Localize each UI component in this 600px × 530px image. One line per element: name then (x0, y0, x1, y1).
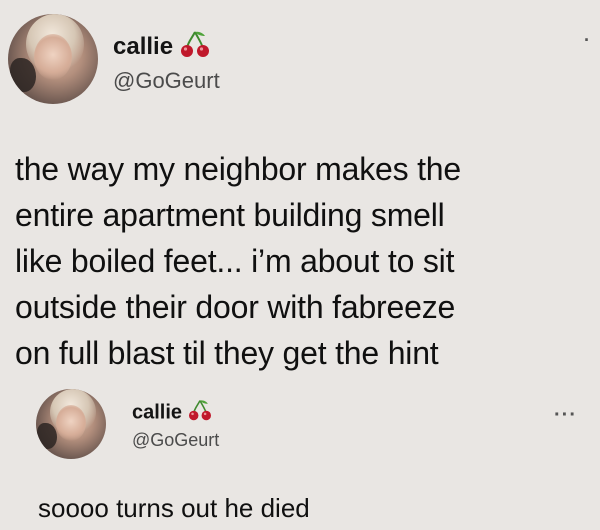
tweet-text-line: on full blast til they get the hint (15, 335, 439, 371)
avatar[interactable] (36, 389, 106, 459)
display-name-text: callie (113, 32, 174, 60)
tweet-text-line: the way my neighbor makes the (15, 151, 461, 187)
handle[interactable]: @GoGeurt (132, 430, 219, 451)
tweet-text-line: like boiled feet... i’m about to sit (15, 243, 455, 279)
handle[interactable]: @GoGeurt (113, 68, 220, 94)
tweet-text: the way my neighbor makes the entire apa… (15, 146, 461, 376)
display-name-text: callie (132, 401, 183, 424)
tweet-text: soooo turns out he died (38, 493, 310, 523)
tweet-original: callie @GoGeurt · the way my neighbor ma… (0, 0, 600, 380)
display-name[interactable]: callie (113, 30, 210, 65)
cherries-icon (180, 30, 210, 65)
cherries-icon (188, 399, 212, 427)
tweet-text-line: outside their door with fabreeze (15, 289, 456, 325)
display-name[interactable]: callie (132, 399, 212, 427)
more-dots-icon[interactable]: ··· (554, 404, 577, 427)
avatar[interactable] (8, 14, 98, 104)
more-dot-icon[interactable]: · (584, 30, 591, 51)
tweet-reply: callie @GoGeurt ··· soooo turns out he d… (0, 380, 600, 530)
tweet-text-line: entire apartment building smell (15, 197, 445, 233)
